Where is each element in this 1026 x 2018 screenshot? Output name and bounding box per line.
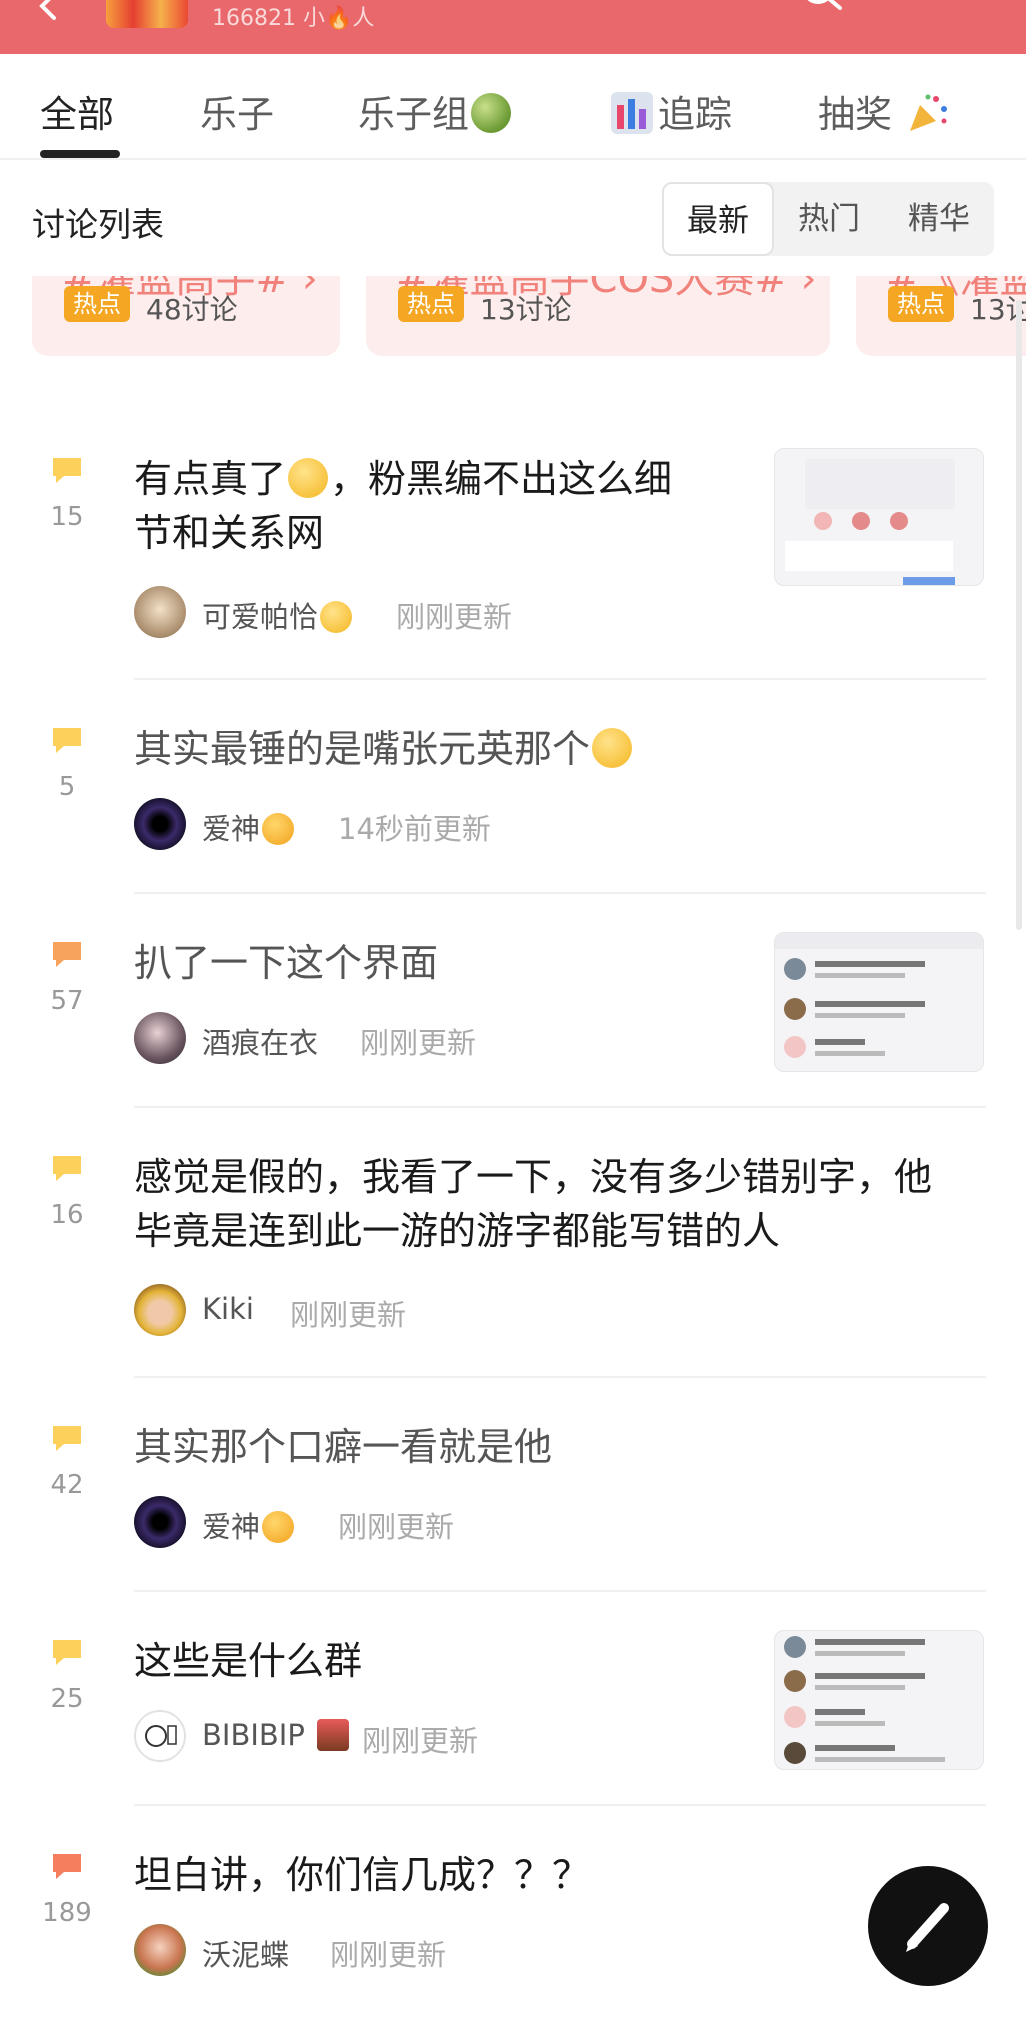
comment-bubble-icon: [53, 728, 81, 753]
topic-count: 13讨论: [480, 293, 572, 326]
update-time: 刚刚更新: [330, 1938, 447, 1972]
post-item[interactable]: 16 感觉是假的，我看了一下，没有多少错别字，他 毕竟是连到此一游的游字都能写错的…: [0, 1134, 1026, 1374]
author-name[interactable]: 可爱帕恰: [202, 594, 354, 636]
smile-emoji: [320, 601, 353, 633]
author-name[interactable]: 爱神: [202, 806, 296, 848]
hot-badge: 热点: [398, 286, 464, 322]
member-count: 166821 小🔥人: [212, 6, 375, 31]
update-time: 刚刚更新: [360, 1026, 477, 1060]
post-item[interactable]: 57 扒了一下这个界面 酒痕在衣 刚刚更新: [0, 920, 1026, 1100]
comment-count: 42: [50, 1470, 84, 1500]
comment-bubble-icon: [53, 1854, 81, 1879]
post-title: 其实那个口癖一看就是他: [134, 1425, 553, 1469]
divider: [134, 1804, 986, 1806]
post-thumbnail[interactable]: [774, 448, 984, 586]
sort-hot[interactable]: 热门: [774, 182, 884, 256]
tab-fun[interactable]: 乐子: [200, 84, 274, 138]
author-name[interactable]: Kiki: [202, 1292, 254, 1326]
screenshot-thumbnail: [775, 933, 983, 1058]
update-time: 刚刚更新: [362, 1724, 479, 1758]
active-tab-indicator: [40, 150, 120, 158]
update-time: 刚刚更新: [338, 1510, 455, 1544]
compose-button[interactable]: [868, 1866, 988, 1986]
comment-count: 189: [42, 1898, 92, 1928]
hot-badge: 热点: [64, 286, 130, 322]
discussion-list-title: 讨论列表: [32, 205, 164, 244]
update-time: 刚刚更新: [290, 1298, 407, 1332]
topic-carousel: #灌篮高手# › 热点 48讨论 #灌篮高手COS大赛# › 热点 13讨论 #…: [0, 276, 1026, 384]
post-item[interactable]: 5 其实最锤的是嘴张元英那个 爱神 14秒前更新: [0, 706, 1026, 886]
pencil-icon: [906, 1903, 949, 1952]
sketch-face-icon: [145, 1725, 177, 1747]
topic-count: 48讨论: [146, 293, 238, 326]
post-item[interactable]: 15 有点真了 ，粉黑编不出这么细 节和关系网 可爱帕恰 刚刚更新: [0, 440, 1026, 680]
post-title: 坦白讲，你们信几成？？？: [134, 1853, 591, 1897]
sort-featured[interactable]: 精华: [884, 182, 994, 256]
comment-count: 57: [50, 986, 84, 1016]
laughing-emoji: [592, 728, 633, 768]
party-popper-icon: [909, 94, 947, 131]
post-title: 扒了一下这个界面: [134, 941, 439, 985]
post-item[interactable]: 42 其实那个口癖一看就是他 爱神 刚刚更新: [0, 1404, 1026, 1584]
avatar[interactable]: [134, 1284, 186, 1336]
group-avatar: [106, 0, 188, 28]
post-thumbnail[interactable]: [774, 1630, 984, 1770]
tab-lottery[interactable]: 抽奖: [818, 84, 950, 138]
avatar[interactable]: [134, 798, 186, 850]
avatar[interactable]: [134, 1496, 186, 1548]
topic-card[interactable]: #《灌篮 热点 13讨: [856, 276, 1026, 356]
author-name[interactable]: BIBIBIP: [202, 1718, 351, 1752]
author-name[interactable]: 爱神: [202, 1504, 296, 1546]
tab-fun-group[interactable]: 乐子组: [358, 84, 511, 138]
comment-bubble-icon: [53, 458, 81, 483]
divider: [134, 892, 986, 894]
divider: [134, 1106, 986, 1108]
back-arrow-icon[interactable]: [28, 0, 68, 28]
post-title: 有点真了 ，粉黑编不出这么细 节和关系网: [134, 457, 673, 555]
topic-card[interactable]: #灌篮高手# › 热点 48讨论: [32, 276, 340, 356]
comment-bubble-icon: [53, 1640, 81, 1665]
screenshot-thumbnail: [785, 459, 955, 585]
update-time: 14秒前更新: [338, 812, 491, 846]
group-header: 166821 小🔥人: [0, 0, 1026, 54]
comment-bubble-icon: [53, 1426, 81, 1451]
post-title: 这些是什么群: [134, 1639, 363, 1683]
avatar[interactable]: [134, 1710, 186, 1762]
update-time: 刚刚更新: [396, 600, 513, 634]
divider: [134, 1376, 986, 1378]
topic-card[interactable]: #灌篮高手COS大赛# › 热点 13讨论: [366, 276, 830, 356]
category-tabs: 全部 乐子 乐子组 追踪 抽奖: [0, 54, 1026, 160]
post-title: 其实最锤的是嘴张元英那个: [134, 722, 634, 776]
comment-count: 16: [50, 1200, 84, 1230]
tab-tracking[interactable]: 追踪: [610, 84, 732, 138]
comment-bubble-icon: [53, 1156, 81, 1181]
smiling-tear-emoji: [288, 458, 329, 498]
bar-chart-icon: [611, 92, 653, 134]
comment-bubble-icon: [53, 942, 81, 967]
divider: [134, 1590, 986, 1592]
comment-count: 25: [50, 1684, 84, 1714]
screenshot-thumbnail: [784, 1636, 945, 1764]
party-face-emoji: [262, 1511, 295, 1543]
badge-emoji: [316, 1719, 349, 1751]
author-name[interactable]: 沃泥蝶: [202, 1932, 289, 1974]
avatar[interactable]: [134, 1012, 186, 1064]
avatar[interactable]: [134, 586, 186, 638]
post-item[interactable]: 25 这些是什么群 BIBIBIP 刚刚更新: [0, 1618, 1026, 1798]
sort-selector: 最新 热门 精华: [662, 182, 994, 256]
avatar[interactable]: [134, 1924, 186, 1976]
tab-all[interactable]: 全部: [40, 84, 114, 138]
melon-icon: [471, 93, 511, 133]
comment-count: 15: [50, 502, 84, 532]
search-icon[interactable]: [796, 0, 846, 18]
hot-badge: 热点: [888, 286, 954, 322]
post-title: 感觉是假的，我看了一下，没有多少错别字，他 毕竟是连到此一游的游字都能写错的人: [134, 1155, 933, 1253]
party-face-emoji: [262, 813, 295, 845]
post-thumbnail[interactable]: [774, 932, 984, 1072]
author-name[interactable]: 酒痕在衣: [202, 1020, 318, 1062]
sort-latest[interactable]: 最新: [662, 182, 774, 256]
divider: [134, 678, 986, 680]
comment-count: 5: [58, 772, 76, 802]
